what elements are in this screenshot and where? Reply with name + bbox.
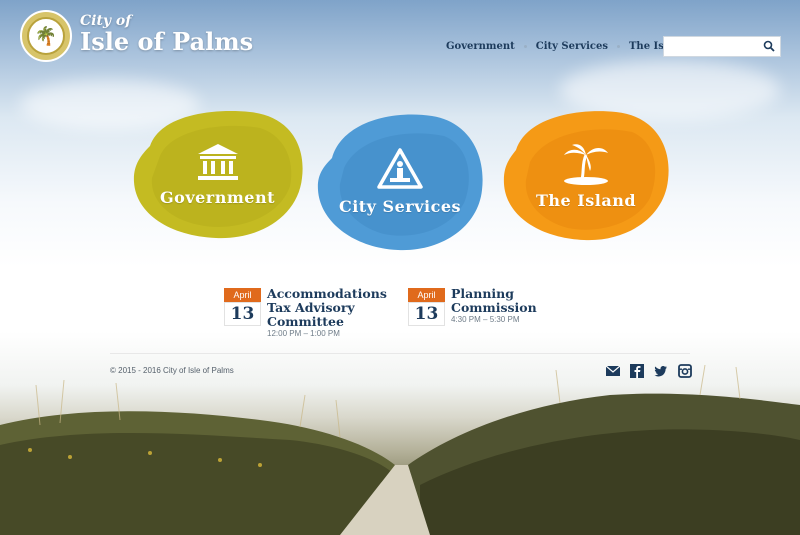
- brand-prefix: City of: [80, 13, 132, 29]
- tile-city-services[interactable]: City Services: [314, 108, 486, 254]
- city-seal-logo[interactable]: 🌴: [20, 10, 72, 62]
- nav-city-services[interactable]: City Services: [536, 41, 608, 52]
- tile-label: City Services: [338, 196, 462, 216]
- palm-seal-icon: 🌴: [27, 17, 65, 55]
- event-title-line: Planning: [451, 286, 515, 301]
- nav-separator: [616, 45, 620, 48]
- palm-island-icon: [564, 143, 608, 185]
- dune-grass-image: [0, 365, 800, 535]
- nav-separator: [523, 45, 527, 48]
- search-icon[interactable]: [763, 40, 775, 52]
- event-title-line: Commission: [451, 300, 537, 315]
- event-title-line: Tax Advisory: [267, 300, 355, 315]
- mail-icon[interactable]: [605, 364, 621, 378]
- facebook-icon[interactable]: [630, 364, 644, 378]
- event-day: 13: [408, 302, 445, 326]
- event-title-line: Committee: [267, 314, 344, 329]
- event-day: 13: [224, 302, 261, 326]
- site-brand[interactable]: City of Isle of Palms: [80, 14, 253, 56]
- tile-government[interactable]: Government: [130, 106, 305, 242]
- brand-name: Isle of Palms: [80, 27, 254, 56]
- tile-label: The Island: [535, 190, 637, 210]
- event-date: April 13: [408, 288, 445, 326]
- event-title[interactable]: Planning Commission: [451, 287, 591, 315]
- event-title[interactable]: Accommodations Tax Advisory Committee: [267, 287, 407, 329]
- event-date: April 13: [224, 288, 261, 326]
- main-nav: Government City Services The Island: [446, 41, 688, 52]
- event-month: April: [408, 288, 445, 302]
- search-box: [663, 36, 781, 57]
- event-title-line: Accommodations: [267, 286, 387, 301]
- event-month: April: [224, 288, 261, 302]
- footer-divider: [110, 353, 690, 354]
- instagram-icon[interactable]: [678, 364, 692, 378]
- twitter-icon[interactable]: [654, 364, 668, 378]
- courthouse-icon: [197, 143, 238, 180]
- event-time: 12:00 PM – 1:00 PM: [267, 329, 340, 338]
- tile-label: Government: [159, 187, 275, 207]
- site-header: 🌴 City of Isle of Palms Government City …: [0, 0, 800, 70]
- copyright-text: © 2015 - 2016 City of Isle of Palms: [110, 366, 234, 375]
- event-time: 4:30 PM – 5:30 PM: [451, 315, 520, 324]
- search-input[interactable]: [664, 38, 767, 57]
- social-links: [605, 364, 692, 378]
- worker-sign-icon: [377, 147, 423, 189]
- nav-government[interactable]: Government: [446, 41, 515, 52]
- tile-the-island[interactable]: The Island: [500, 106, 672, 244]
